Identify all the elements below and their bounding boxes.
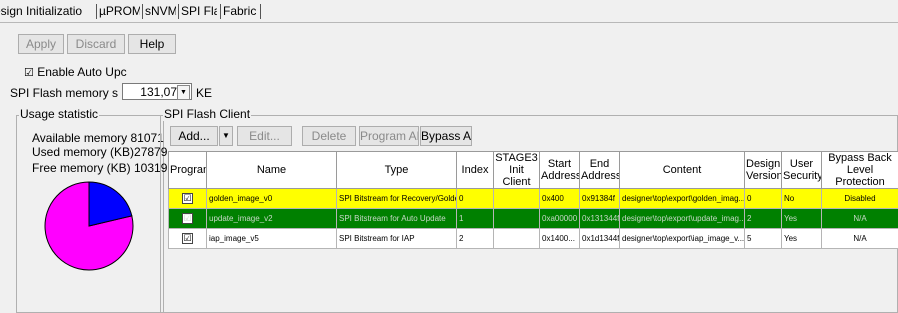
tab-uprom[interactable]: µPROM — [99, 3, 140, 20]
cell-bypass: N/A — [821, 208, 898, 229]
program-checkbox[interactable]: ☑ — [168, 208, 207, 229]
column-header-start-address[interactable]: Start Address — [539, 151, 580, 189]
available-memory-text: Available memory 81071 — [32, 131, 164, 145]
spi-memory-size-unit: KE — [196, 86, 213, 100]
cell-stage3 — [493, 208, 540, 229]
tab-separator — [96, 4, 97, 19]
cell-start-address: 0x1400... — [539, 228, 580, 249]
column-header-end-address[interactable]: End Address — [579, 151, 620, 189]
cell-end-address: 0x131344f — [579, 208, 620, 229]
column-header-content[interactable]: Content — [619, 151, 745, 189]
usage-statistics-title: Usage statistic — [19, 107, 100, 121]
chevron-down-icon: ▼ — [222, 131, 230, 140]
cell-bypass: Disabled — [821, 188, 898, 209]
cell-bypass: N/A — [821, 228, 898, 249]
cell-stage3 — [493, 228, 540, 249]
edit-button[interactable]: Edit... — [237, 126, 292, 146]
program-checkbox[interactable]: ☑ — [168, 188, 207, 209]
help-button[interactable]: Help — [128, 34, 176, 54]
cell-content: designer\top\export\update_imag... — [619, 208, 745, 229]
chevron-down-icon: ▼ — [177, 85, 190, 100]
tab-fabric-ram[interactable]: Fabric RAM — [223, 3, 259, 20]
cell-type: SPI Bitstream for Auto Update — [336, 208, 457, 229]
cell-name: update_image_v2 — [206, 208, 337, 229]
cell-index: 1 — [456, 208, 494, 229]
discard-button[interactable]: Discard — [67, 34, 125, 54]
cell-design-version: 2 — [744, 208, 782, 229]
cell-stage3 — [493, 188, 540, 209]
cell-index: 0 — [456, 188, 494, 209]
cell-name: golden_image_v0 — [206, 188, 337, 209]
memory-usage-pie-chart — [44, 181, 134, 271]
used-memory-text: Used memory (KB)27879 — [32, 145, 168, 159]
cell-user-security: Yes — [781, 208, 822, 229]
tab-snvm[interactable]: sNVM — [145, 3, 176, 20]
column-header-name[interactable]: Name — [206, 151, 337, 189]
cell-content: designer\top\export\golden_imag... — [619, 188, 745, 209]
table-row[interactable]: ☑ iap_image_v5 SPI Bitstream for IAP 2 0… — [168, 228, 898, 249]
program-checkbox[interactable]: ☑ — [168, 228, 207, 249]
checkbox-checked-icon: ☑ — [182, 193, 193, 204]
column-header-design-version[interactable]: Design Version — [744, 151, 782, 189]
column-header-type[interactable]: Type — [336, 151, 457, 189]
cell-user-security: No — [781, 188, 822, 209]
spi-memory-size-label: SPI Flash memory s — [10, 86, 119, 100]
free-memory-text: Free memory (KB) 103192 — [32, 161, 175, 175]
bypass-all-button[interactable]: Bypass All — [420, 126, 472, 146]
cell-type: SPI Bitstream for Recovery/Golden — [336, 188, 457, 209]
table-row[interactable]: ☑ golden_image_v0 SPI Bitstream for Reco… — [168, 188, 898, 209]
cell-index: 2 — [456, 228, 494, 249]
tab-separator — [178, 4, 179, 19]
enable-auto-update-checkbox[interactable]: ☑ Enable Auto Upc — [24, 65, 127, 79]
cell-user-security: Yes — [781, 228, 822, 249]
apply-button[interactable]: Apply — [18, 34, 64, 54]
spi-client-table: Program Name Type Index STAGE3 Init Clie… — [168, 151, 898, 249]
add-dropdown-button[interactable]: ▼ — [219, 126, 233, 146]
column-header-index[interactable]: Index — [456, 151, 494, 189]
tab-separator — [142, 4, 143, 19]
column-header-user-security[interactable]: User Security — [781, 151, 822, 189]
add-button[interactable]: Add... — [170, 126, 218, 146]
cell-type: SPI Bitstream for IAP — [336, 228, 457, 249]
cell-start-address: 0x400 — [539, 188, 580, 209]
cell-design-version: 5 — [744, 228, 782, 249]
checkbox-checked-icon: ☑ — [24, 67, 34, 79]
delete-button[interactable]: Delete — [302, 126, 356, 146]
column-header-program[interactable]: Program — [168, 151, 207, 189]
cell-name: iap_image_v5 — [206, 228, 337, 249]
column-header-bypass-protection[interactable]: Bypass Back Level Protection — [821, 151, 898, 189]
column-header-stage3-init-client[interactable]: STAGE3 Init Client — [493, 151, 540, 189]
tab-separator — [260, 4, 261, 19]
cell-start-address: 0xa00000 — [539, 208, 580, 229]
cell-content: designer\top\export\iap_image_v... — [619, 228, 745, 249]
tab-spi-flash[interactable]: SPI Flash — [181, 3, 217, 20]
cell-end-address: 0x1d1344f — [579, 228, 620, 249]
tab-bar: esign Initializatio µPROM sNVM SPI Flash… — [0, 0, 898, 23]
checkbox-checked-icon: ☑ — [182, 233, 193, 244]
checkbox-checked-icon: ☑ — [182, 213, 193, 224]
program-all-button[interactable]: Program All — [359, 126, 419, 146]
tab-separator — [220, 4, 221, 19]
table-header-row: Program Name Type Index STAGE3 Init Clie… — [168, 151, 898, 189]
enable-auto-update-label: Enable Auto Upc — [37, 65, 127, 79]
spi-memory-size-select[interactable]: 131,07 ▼ — [122, 83, 192, 100]
tab-design-initialization[interactable]: esign Initializatio — [0, 3, 94, 20]
table-row[interactable]: ☑ update_image_v2 SPI Bitstream for Auto… — [168, 208, 898, 229]
cell-design-version: 0 — [744, 188, 782, 209]
spi-memory-size-value: 131,07 — [140, 85, 177, 99]
cell-end-address: 0x91384f — [579, 188, 620, 209]
spi-flash-client-title: SPI Flash Client — [163, 107, 252, 121]
